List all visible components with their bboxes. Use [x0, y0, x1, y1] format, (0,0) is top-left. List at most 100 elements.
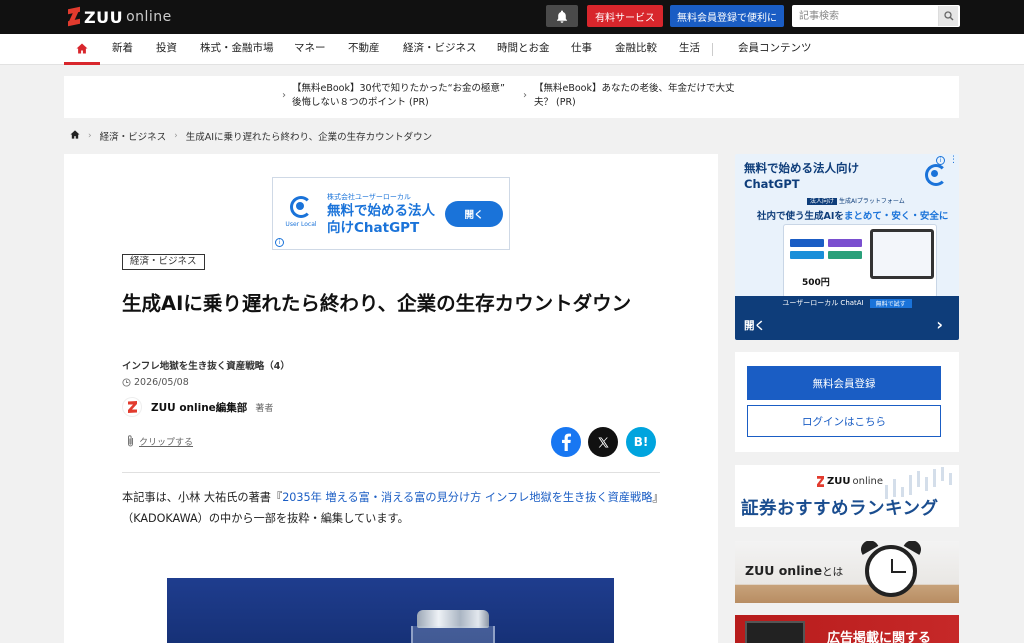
clip-button[interactable]: クリップする	[126, 434, 193, 448]
ad-info-icon[interactable]: i	[275, 238, 284, 247]
share-hatena-bookmark-button[interactable]: B!	[626, 427, 656, 457]
pr-line: 夫？ (PR)	[534, 97, 576, 108]
site-logo[interactable]: ZUU online	[68, 7, 172, 27]
x-icon	[597, 436, 609, 448]
pr-line: 後悔しない８つのポイント (PR)	[292, 97, 429, 108]
pr-link-ebook-1[interactable]: 【無料eBook】30代で知りたかった“お金の極意” 後悔しない８つのポイント …	[292, 82, 505, 110]
paid-service-button[interactable]: 有料サービス	[587, 5, 663, 27]
book-link[interactable]: 2035年 増える富・消える富の見分け方 インフレ地獄を生き抜く資産戦略	[282, 491, 652, 504]
nav-item-time-and-money[interactable]: 時間とお金	[497, 34, 550, 65]
breadcrumb-category[interactable]: 経済・ビジネス	[100, 129, 167, 143]
ad-headline: 無料で始める法人 向けChatGPT	[327, 203, 457, 237]
strip-tag: 無料で試す	[869, 298, 912, 308]
date-text: 2026/05/08	[134, 377, 189, 388]
nav-item-new[interactable]: 新着	[112, 34, 133, 65]
clock-icon	[122, 378, 131, 387]
ad-publish-text: 広告掲載に関する	[827, 631, 932, 643]
user-local-logo-icon	[925, 164, 947, 186]
user-local-logo: User Local	[283, 196, 319, 236]
sidebar-ad-tagline: 社内で使う生成AIをまとめて・安く・安全に	[757, 208, 948, 222]
logo-sub-text: online	[126, 9, 172, 25]
mock-price: 500円	[802, 278, 830, 288]
ad-banner[interactable]: User Local 株式会社ユーザーローカル 無料で始める法人 向けChatG…	[272, 177, 510, 250]
ad-headline-line: 無料で始める法人	[327, 203, 435, 219]
home-icon	[76, 43, 88, 53]
ad-headline-line: 向けChatGPT	[327, 220, 420, 236]
search-button[interactable]	[938, 6, 958, 26]
member-login-button[interactable]: ログインはこちら	[747, 405, 941, 437]
tagline-em: まとめて・安く・安全に	[843, 211, 949, 222]
ad-publish-banner[interactable]: 広告掲載に関する	[735, 615, 959, 643]
nav-divider	[712, 43, 713, 56]
more-options-icon[interactable]: ⋮	[949, 155, 958, 165]
notification-button[interactable]	[546, 5, 578, 27]
top-bar: ZUU online 有料サービス 無料会員登録で便利に	[0, 0, 1024, 34]
laptop-image	[870, 229, 934, 279]
series-label: インフレ地獄を生き抜く資産戦略（4）	[122, 361, 290, 372]
zuu-logo-icon	[68, 8, 80, 26]
nav-item-life[interactable]: 生活	[679, 34, 700, 65]
sidebar-ad[interactable]: 無料で始める法人向け ChatGPT i ⋮ 法人向け 生成AIプラットフォーム …	[735, 154, 959, 340]
sidebar-ad-pill: 法人向け 生成AIプラットフォーム	[807, 196, 905, 205]
sidebar-ad-open-button[interactable]: 開く ›	[735, 310, 959, 340]
home-icon	[70, 130, 80, 139]
author-name[interactable]: ZUU online編集部	[151, 400, 247, 415]
author-avatar[interactable]	[122, 397, 142, 417]
ranking-logo-text: ZUU	[827, 476, 851, 487]
pr-line: 【無料eBook】30代で知りたかった“お金の極意”	[292, 83, 505, 94]
pr-link-ebook-2[interactable]: 【無料eBook】あなたの老後、年金だけで大丈 夫？ (PR)	[534, 82, 735, 110]
free-register-button[interactable]: 無料会員登録で便利に	[670, 5, 784, 27]
share-x-button[interactable]	[588, 427, 618, 457]
facebook-icon	[562, 433, 571, 451]
nav-item-money[interactable]: マネー	[294, 34, 326, 65]
category-tag[interactable]: 経済・ビジネス	[122, 254, 205, 270]
nav-home[interactable]	[64, 34, 100, 65]
securities-ranking-banner[interactable]: ZUU online 証券おすすめランキング	[735, 465, 959, 527]
article-intro: 本記事は、小林 大祐氏の著書『2035年 増える富・消える富の見分け方 インフレ…	[122, 487, 662, 529]
ad-logo-text: User Local	[285, 221, 317, 228]
about-zuu-banner[interactable]: ZUU onlineとは	[735, 541, 959, 603]
pr-line: 【無料eBook】あなたの老後、年金だけで大丈	[534, 83, 735, 94]
strip-text: ユーザーローカル ChatAI	[782, 299, 864, 307]
nav-item-invest[interactable]: 投資	[156, 34, 177, 65]
article-date: 2026/05/08	[122, 377, 189, 388]
member-register-button[interactable]: 無料会員登録	[747, 366, 941, 400]
user-local-logo-icon	[290, 196, 312, 218]
nav-item-economy-business[interactable]: 経済・ビジネス	[403, 34, 477, 65]
open-label: 開く	[744, 319, 765, 332]
pr-strip: › 【無料eBook】30代で知りたかった“お金の極意” 後悔しない８つのポイン…	[64, 76, 959, 118]
alarm-clock-icon	[865, 545, 917, 597]
nav-item-member-content[interactable]: 会員コンテンツ	[738, 34, 812, 65]
hero-image	[167, 578, 614, 643]
nav-item-finance-compare[interactable]: 金融比較	[615, 34, 657, 65]
search-input[interactable]	[792, 6, 938, 26]
ranking-text: 証券おすすめランキング	[741, 499, 939, 519]
hatena-icon: B!	[633, 435, 649, 449]
breadcrumb-current: 生成AIに乗り遅れたら終わり、企業の生存カウントダウン	[185, 132, 433, 143]
ad-company: 株式会社ユーザーローカル	[327, 193, 411, 201]
mock-button	[828, 239, 862, 247]
divider	[122, 472, 660, 473]
intro-text: 本記事は、小林 大祐氏の著書『	[122, 491, 283, 504]
article-main: User Local 株式会社ユーザーローカル 無料で始める法人 向けChatG…	[64, 154, 718, 643]
zuu-logo-icon	[127, 401, 137, 413]
nav-item-work[interactable]: 仕事	[571, 34, 592, 65]
search-box	[792, 5, 960, 27]
logo-text: ZUU	[84, 7, 124, 27]
chevron-right-icon: ›	[523, 90, 527, 101]
zuu-logo-icon	[817, 476, 824, 487]
nav-item-stock-market[interactable]: 株式・金融市場	[200, 34, 274, 65]
mock-button	[828, 251, 862, 259]
breadcrumb-home[interactable]	[70, 130, 80, 142]
breadcrumb: › 経済・ビジネス › 生成AIに乗り遅れたら終わり、企業の生存カウントダウン	[70, 129, 432, 143]
about-name: ZUU online	[745, 563, 823, 578]
pill-tag: 法人向け	[807, 198, 838, 205]
mock-button	[790, 251, 824, 259]
share-facebook-button[interactable]	[551, 427, 581, 457]
nav-item-real-estate[interactable]: 不動産	[348, 34, 380, 65]
tagline-pre: 社内で使う生成AIを	[757, 211, 844, 222]
ad-open-button[interactable]: 開く	[445, 201, 503, 227]
sidebar-ad-mockup: 500円	[783, 224, 937, 298]
breadcrumb-separator: ›	[174, 131, 178, 141]
pill-text: 生成AIプラットフォーム	[839, 198, 905, 205]
